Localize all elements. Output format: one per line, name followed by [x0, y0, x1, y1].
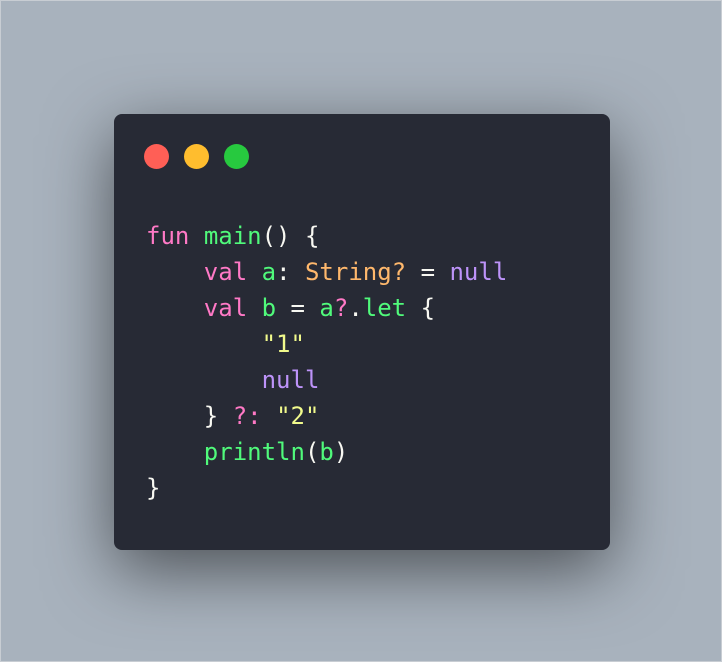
code-token: ?: [333, 294, 349, 322]
code-token: a: [261, 258, 277, 286]
code-token: null: [261, 366, 320, 394]
background: fun main() { val a: String? = null val b…: [0, 0, 722, 662]
code-token: fun: [146, 222, 190, 250]
code-line: val b = a?.let {: [146, 290, 507, 326]
code-token: "2": [276, 402, 320, 430]
close-icon[interactable]: [144, 144, 169, 169]
code-token: =: [406, 258, 450, 286]
code-token: println: [203, 438, 305, 466]
code-token: () {: [261, 222, 320, 250]
code-token: b: [319, 438, 334, 466]
code-token: b: [261, 294, 277, 322]
window-controls: [144, 144, 249, 169]
code-token: val: [203, 258, 248, 286]
code-token: .: [348, 294, 363, 322]
code-line: } ?: "2": [146, 398, 507, 434]
code-token: {: [406, 294, 436, 322]
code-line: }: [146, 470, 507, 506]
code-line: null: [146, 362, 507, 398]
code-token: (: [304, 438, 320, 466]
code-token: main: [203, 222, 262, 250]
code-token: =: [276, 294, 320, 322]
code-line: fun main() {: [146, 218, 507, 254]
code-token: }: [146, 402, 233, 430]
code-line: println(b): [146, 434, 507, 470]
code-token: val: [203, 294, 248, 322]
code-line: "1": [146, 326, 507, 362]
code-token: }: [146, 474, 161, 502]
code-window: fun main() { val a: String? = null val b…: [114, 114, 610, 550]
code-token: a: [319, 294, 334, 322]
code-token: :: [276, 258, 305, 286]
code-token: ?:: [232, 402, 262, 430]
maximize-icon[interactable]: [224, 144, 249, 169]
code-line: val a: String? = null: [146, 254, 507, 290]
code-token: ): [333, 438, 349, 466]
minimize-icon[interactable]: [184, 144, 209, 169]
code-token: "1": [261, 330, 305, 358]
code-token: null: [449, 258, 508, 286]
code-token: String?: [304, 258, 407, 286]
code-token: let: [362, 294, 407, 322]
code-block: fun main() { val a: String? = null val b…: [146, 218, 507, 506]
